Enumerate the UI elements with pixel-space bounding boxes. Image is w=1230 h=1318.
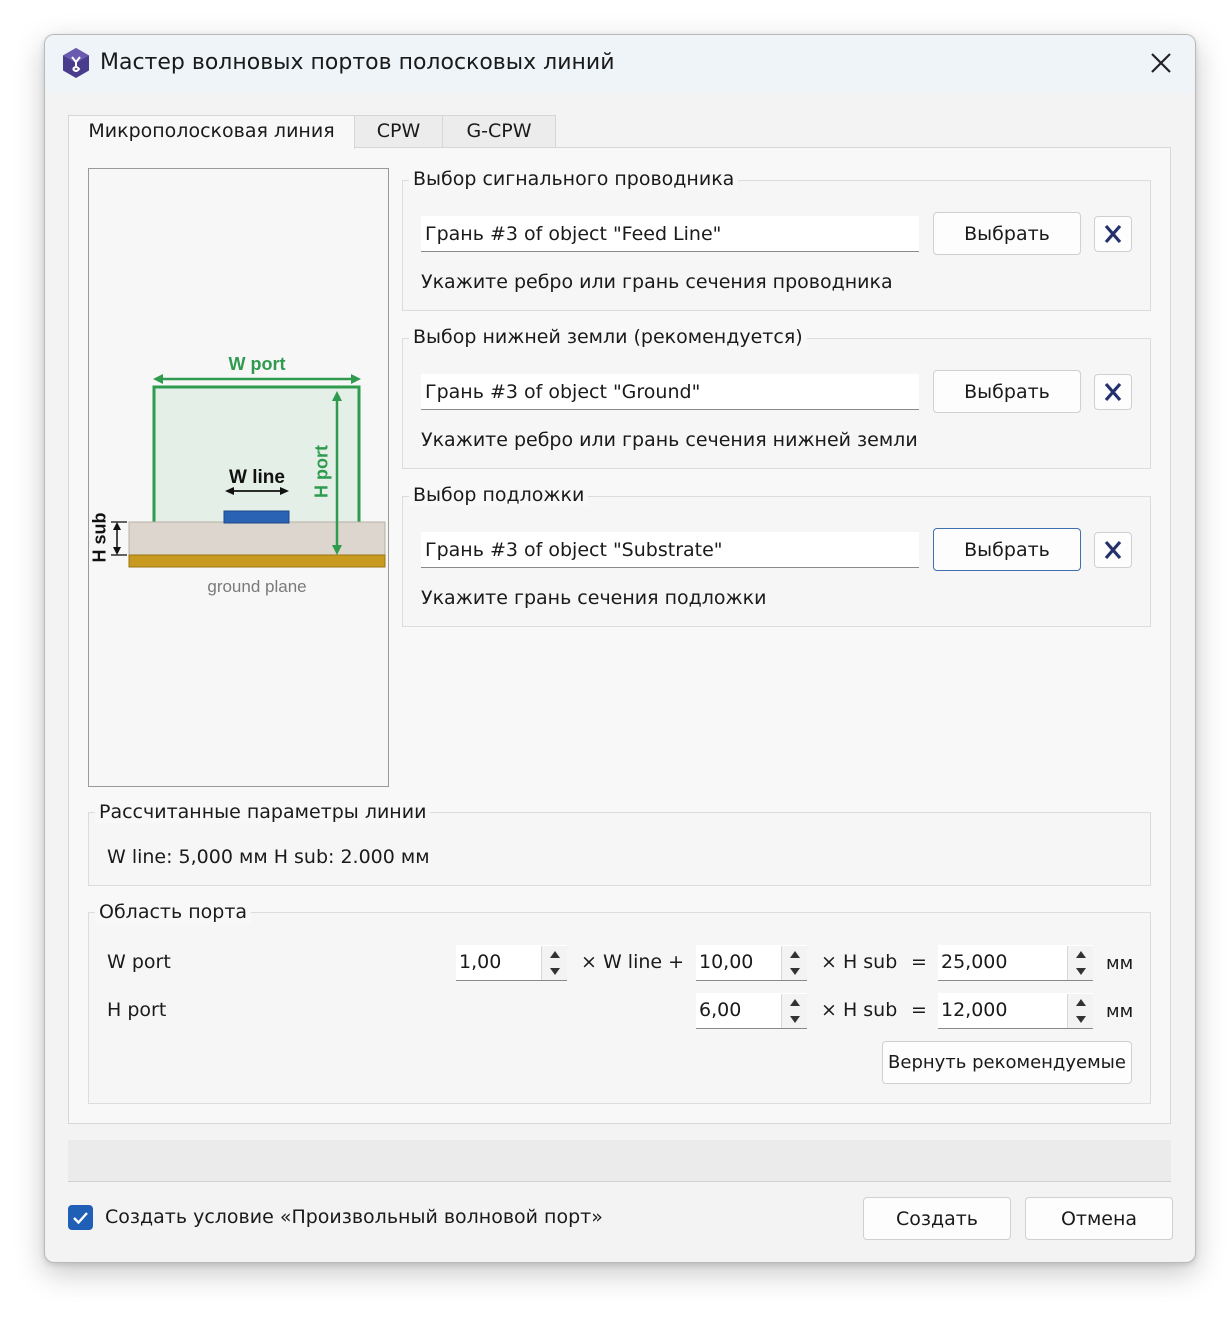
tab-gcpw[interactable]: G-CPW <box>442 115 556 148</box>
unit-mm-w: мм <box>1106 953 1134 974</box>
spin-up-icon[interactable] <box>542 946 568 963</box>
app-logo-icon <box>63 48 89 78</box>
spin-arrows[interactable] <box>1067 994 1093 1028</box>
w-port-hsub-factor-spinbox[interactable] <box>696 945 807 981</box>
spin-down-icon[interactable] <box>1068 1011 1094 1028</box>
spin-arrows[interactable] <box>781 994 807 1028</box>
substrate-select-button[interactable]: Выбрать <box>933 528 1081 571</box>
signal-line-strip <box>223 510 290 524</box>
spin-up-icon[interactable] <box>782 994 808 1011</box>
microstrip-diagram: W port H port W line H sub ground plane <box>88 168 389 787</box>
spin-arrows[interactable] <box>781 946 807 980</box>
h-port-hsub-factor-input[interactable] <box>696 993 784 1027</box>
checkmark-icon <box>73 1212 88 1225</box>
create-condition-label[interactable]: Создать условие «Произвольный волновой п… <box>105 1206 603 1228</box>
spin-down-icon[interactable] <box>782 1011 808 1028</box>
spin-down-icon[interactable] <box>782 963 808 980</box>
h-port-result-spinbox[interactable] <box>938 993 1093 1029</box>
create-condition-checkbox[interactable] <box>68 1205 93 1230</box>
h-port-row-label: H port <box>107 999 167 1021</box>
h-port-label: H port <box>311 445 332 498</box>
spin-arrows[interactable] <box>1067 946 1093 980</box>
port-area-title: Область порта <box>95 901 252 923</box>
w-line-label: W line <box>229 467 285 488</box>
ground-face-field[interactable] <box>421 374 919 410</box>
tab-microstrip[interactable]: Микрополосковая линия <box>68 115 355 149</box>
spin-up-icon[interactable] <box>1068 994 1094 1011</box>
signal-group-title: Выбор сигнального проводника <box>409 168 739 190</box>
w-port-result-spinbox[interactable] <box>938 945 1093 981</box>
w-port-wline-factor-spinbox[interactable] <box>456 945 567 981</box>
signal-hint: Укажите ребро или грань сечения проводни… <box>421 271 893 293</box>
unit-mm-h: мм <box>1106 1001 1134 1022</box>
spin-up-icon[interactable] <box>1068 946 1094 963</box>
w-port-row-label: W port <box>107 951 171 973</box>
ground-group-title: Выбор нижней земли (рекомендуется) <box>409 326 807 348</box>
w-port-wline-factor-input[interactable] <box>456 945 544 979</box>
spin-down-icon[interactable] <box>1068 963 1094 980</box>
signal-select-button[interactable]: Выбрать <box>933 212 1081 255</box>
status-bar <box>68 1140 1171 1182</box>
reset-recommended-button[interactable]: Вернуть рекомендуемые <box>882 1041 1132 1084</box>
calculated-values-text: W line: 5,000 мм H sub: 2.000 мм <box>107 846 430 868</box>
w-port-label: W port <box>228 354 286 374</box>
w-port-hsub-factor-input[interactable] <box>696 945 784 979</box>
equals-sign-w: = <box>911 951 927 973</box>
close-icon[interactable] <box>1145 47 1177 79</box>
wizard-dialog: Мастер волновых портов полосковых линий … <box>44 34 1196 1263</box>
ground-select-button[interactable]: Выбрать <box>933 370 1081 413</box>
spin-up-icon[interactable] <box>782 946 808 963</box>
dialog-title: Мастер волновых портов полосковых линий <box>100 50 615 75</box>
clear-icon <box>1104 540 1122 560</box>
create-button[interactable]: Создать <box>863 1197 1011 1240</box>
equals-sign-h: = <box>911 999 927 1021</box>
signal-face-field[interactable] <box>421 216 919 252</box>
clear-icon <box>1104 382 1122 402</box>
substrate-clear-button[interactable] <box>1094 532 1132 568</box>
spin-down-icon[interactable] <box>542 963 568 980</box>
ground-hint: Укажите ребро или грань сечения нижней з… <box>421 429 918 451</box>
ground-plane-label: ground plane <box>207 577 307 596</box>
h-port-result-input[interactable] <box>938 993 1070 1027</box>
spin-arrows[interactable] <box>541 946 567 980</box>
signal-clear-button[interactable] <box>1094 216 1132 252</box>
tab-cpw[interactable]: CPW <box>354 115 443 148</box>
h-sub-label: H sub <box>89 512 110 563</box>
ground-plane-layer <box>128 554 386 568</box>
title-bar: Мастер волновых портов полосковых линий <box>45 35 1195 93</box>
ground-clear-button[interactable] <box>1094 374 1132 410</box>
substrate-group-title: Выбор подложки <box>409 484 589 506</box>
times-h-sub-text-w: × H sub <box>821 951 898 973</box>
clear-icon <box>1104 224 1122 244</box>
w-port-result-input[interactable] <box>938 945 1070 979</box>
times-h-sub-text-h: × H sub <box>821 999 898 1021</box>
calculated-group-title: Рассчитанные параметры линии <box>95 801 431 823</box>
substrate-layer <box>128 521 386 556</box>
h-port-hsub-factor-spinbox[interactable] <box>696 993 807 1029</box>
cancel-button[interactable]: Отмена <box>1025 1197 1173 1240</box>
substrate-face-field[interactable] <box>421 532 919 568</box>
times-w-line-text: × W line + <box>581 951 685 973</box>
substrate-hint: Укажите грань сечения подложки <box>421 587 767 609</box>
